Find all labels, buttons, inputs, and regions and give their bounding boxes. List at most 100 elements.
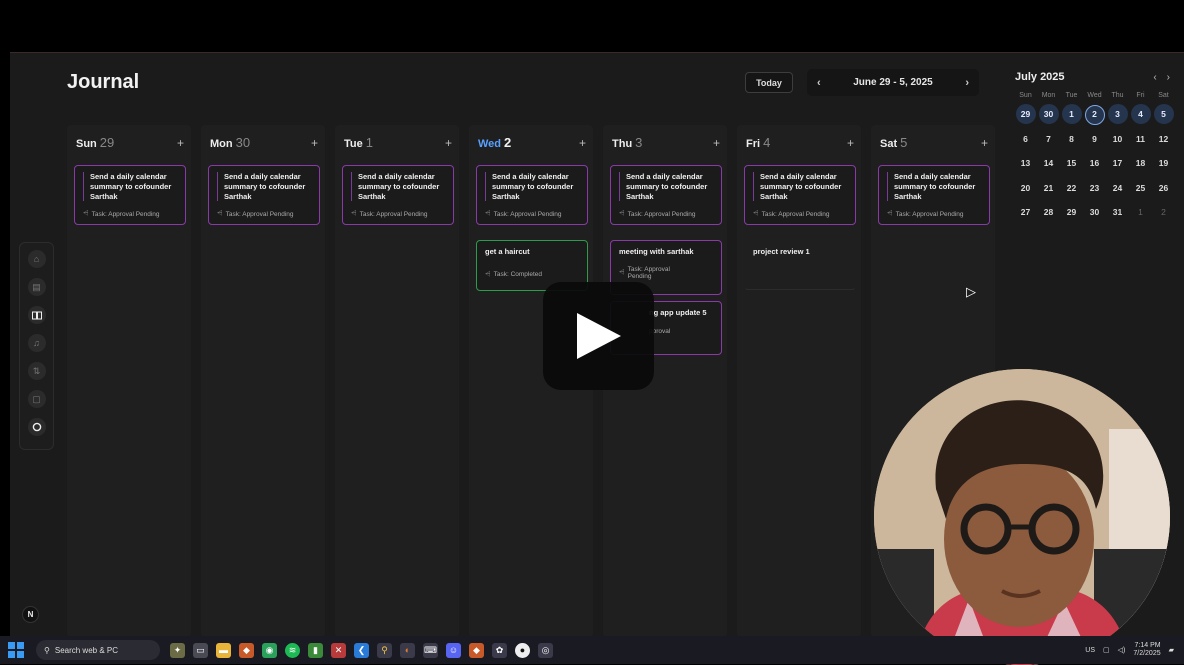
calendar-day[interactable]: 14 — [1038, 153, 1059, 178]
calendar-day[interactable]: 5 — [1153, 104, 1174, 129]
day-column-sun[interactable]: Sun 29 + Send a daily calendar summary to… — [67, 125, 191, 636]
calendar-day-number: 24 — [1112, 182, 1123, 193]
calendar-day[interactable]: 6 — [1015, 129, 1036, 154]
terminal-icon[interactable]: ⌨ — [423, 642, 438, 658]
notification-icon[interactable]: ▰ — [1169, 646, 1174, 654]
brave-icon[interactable]: ◆ — [239, 642, 254, 658]
discord-icon[interactable]: ☺ — [446, 642, 461, 658]
add-task-icon[interactable]: + — [311, 136, 318, 150]
calendar-day[interactable]: 16 — [1084, 153, 1105, 178]
day-column-tue[interactable]: Tue 1 + Send a daily calendar summary to … — [335, 125, 459, 636]
calendar-day[interactable]: 18 — [1130, 153, 1151, 178]
terminal-app-icon[interactable]: ▮ — [308, 642, 323, 658]
home-icon[interactable]: ⌂ — [27, 250, 46, 268]
sort-icon[interactable]: ⇅ — [27, 362, 46, 380]
day-header-current: Wed 2 + — [478, 134, 586, 152]
search-tool-icon[interactable]: ⚲ — [377, 642, 392, 658]
calendar-day[interactable]: 3 — [1107, 104, 1128, 129]
file-explorer-icon[interactable]: ▬ — [216, 642, 231, 658]
calendar-day[interactable]: 15 — [1061, 153, 1082, 178]
task-status: ⩤ Task: Approval Pending — [753, 210, 830, 218]
task-view-icon[interactable]: ▭ — [193, 642, 208, 658]
widget-icon[interactable]: ✦ — [170, 642, 185, 658]
calendar-day[interactable]: 30 — [1038, 104, 1059, 129]
vscode-icon[interactable]: ❮ — [354, 642, 369, 658]
chrome-icon[interactable]: ◎ — [538, 642, 553, 658]
day-column-mon[interactable]: Mon 30 + Send a daily calendar summary to… — [201, 125, 325, 636]
calendar-day[interactable]: 4 — [1130, 104, 1151, 129]
calendar-day[interactable]: 27 — [1015, 202, 1036, 227]
video-play-button[interactable] — [543, 282, 654, 390]
chat-icon[interactable]: ▢ — [27, 390, 46, 408]
task-card[interactable]: Send a daily calendar summary to cofound… — [744, 165, 856, 226]
calendar-day[interactable]: 26 — [1153, 178, 1174, 203]
calendar-day[interactable]: 17 — [1107, 153, 1128, 178]
task-card[interactable]: Send a daily calendar summary to cofound… — [342, 165, 454, 226]
journal-book-icon[interactable] — [27, 306, 46, 324]
add-task-icon[interactable]: + — [445, 136, 452, 150]
calendar-day[interactable]: 2 — [1084, 104, 1105, 129]
task-card[interactable]: Send a daily calendar summary to cofound… — [610, 165, 722, 226]
calendar-day[interactable]: 21 — [1038, 178, 1059, 203]
calendar-day[interactable]: 1 — [1130, 202, 1151, 227]
task-card[interactable]: Send a daily calendar summary to cofound… — [476, 165, 588, 226]
today-button[interactable]: Today — [745, 72, 793, 93]
calendar-day[interactable]: 29 — [1015, 104, 1036, 129]
whatsapp-icon[interactable]: ◉ — [262, 642, 277, 658]
task-card[interactable]: Send a daily calendar summary to cofound… — [878, 165, 990, 226]
calendar-day[interactable]: 1 — [1061, 104, 1082, 129]
calendar-day[interactable]: 28 — [1038, 202, 1059, 227]
task-status: ⩤ Task: Completed — [485, 270, 543, 279]
calendar-day[interactable]: 10 — [1107, 129, 1128, 154]
document-icon[interactable]: ▤ — [27, 278, 46, 296]
prev-month-icon[interactable]: ‹ — [1153, 72, 1166, 83]
calendar-day-number: 30 — [1089, 207, 1100, 217]
n-badge-icon[interactable]: N — [22, 606, 39, 623]
add-task-icon[interactable]: + — [847, 136, 854, 150]
calendar-day[interactable]: 13 — [1015, 153, 1036, 178]
prev-week-icon[interactable]: ‹ — [817, 77, 821, 89]
add-task-icon[interactable]: + — [579, 136, 586, 150]
calendar-day[interactable]: 7 — [1038, 129, 1059, 154]
calendar-day[interactable]: 19 — [1153, 153, 1174, 178]
bell-icon[interactable]: ♫ — [27, 334, 46, 352]
task-card[interactable]: Send a daily calendar summary to cofound… — [74, 165, 186, 226]
calendar-day[interactable]: 30 — [1084, 202, 1105, 227]
calendar-day[interactable]: 9 — [1084, 129, 1105, 154]
calendar-day[interactable]: 24 — [1107, 178, 1128, 203]
calendar-day[interactable]: 29 — [1061, 202, 1082, 227]
task-card[interactable]: Send a daily calendar summary to cofound… — [208, 165, 320, 226]
brave-alt-icon[interactable]: ◆ — [469, 642, 484, 658]
calendar-day[interactable]: 8 — [1061, 129, 1082, 154]
display-icon[interactable]: ▢ — [1103, 646, 1110, 654]
app-settings-icon[interactable]: ✿ — [492, 642, 507, 658]
add-task-icon[interactable]: + — [981, 136, 988, 150]
calendar-day[interactable]: 23 — [1084, 178, 1105, 203]
task-card[interactable]: project review 1 — [744, 240, 856, 290]
add-task-icon[interactable]: + — [177, 136, 184, 150]
taskbar-search[interactable]: ⚲ Search web & PC — [36, 640, 160, 660]
spotify-icon[interactable]: ≋ — [285, 642, 300, 658]
day-column-fri[interactable]: Fri 4 + Send a daily calendar summary to … — [737, 125, 861, 636]
circle-icon[interactable] — [27, 418, 46, 436]
calendar-day[interactable]: 11 — [1130, 129, 1151, 154]
calendar-day-number: 4 — [1130, 104, 1151, 124]
calendar-day[interactable]: 12 — [1153, 129, 1174, 154]
blender-icon[interactable]: ◐ — [400, 642, 415, 658]
volume-icon[interactable]: ◁) — [1118, 646, 1126, 654]
calendar-day[interactable]: 2 — [1153, 202, 1174, 227]
windows-start-icon[interactable] — [8, 642, 24, 658]
calendar-day-number: 23 — [1089, 182, 1100, 193]
calendar-day[interactable]: 31 — [1107, 202, 1128, 227]
app-red-icon[interactable]: ✕ — [331, 642, 346, 658]
app-circle-icon[interactable]: ● — [515, 642, 530, 658]
next-week-icon[interactable]: › — [965, 77, 969, 89]
taskbar-clock[interactable]: 7:14 PM 7/2/2025 — [1133, 642, 1160, 659]
next-month-icon[interactable]: › — [1167, 72, 1180, 83]
calendar-day[interactable]: 20 — [1015, 178, 1036, 203]
add-task-icon[interactable]: + — [713, 136, 720, 150]
calendar-day[interactable]: 25 — [1130, 178, 1151, 203]
task-status: ⩤ Task: Approval Pending — [351, 210, 428, 218]
calendar-day[interactable]: 22 — [1061, 178, 1082, 203]
language-indicator[interactable]: US — [1085, 647, 1095, 654]
